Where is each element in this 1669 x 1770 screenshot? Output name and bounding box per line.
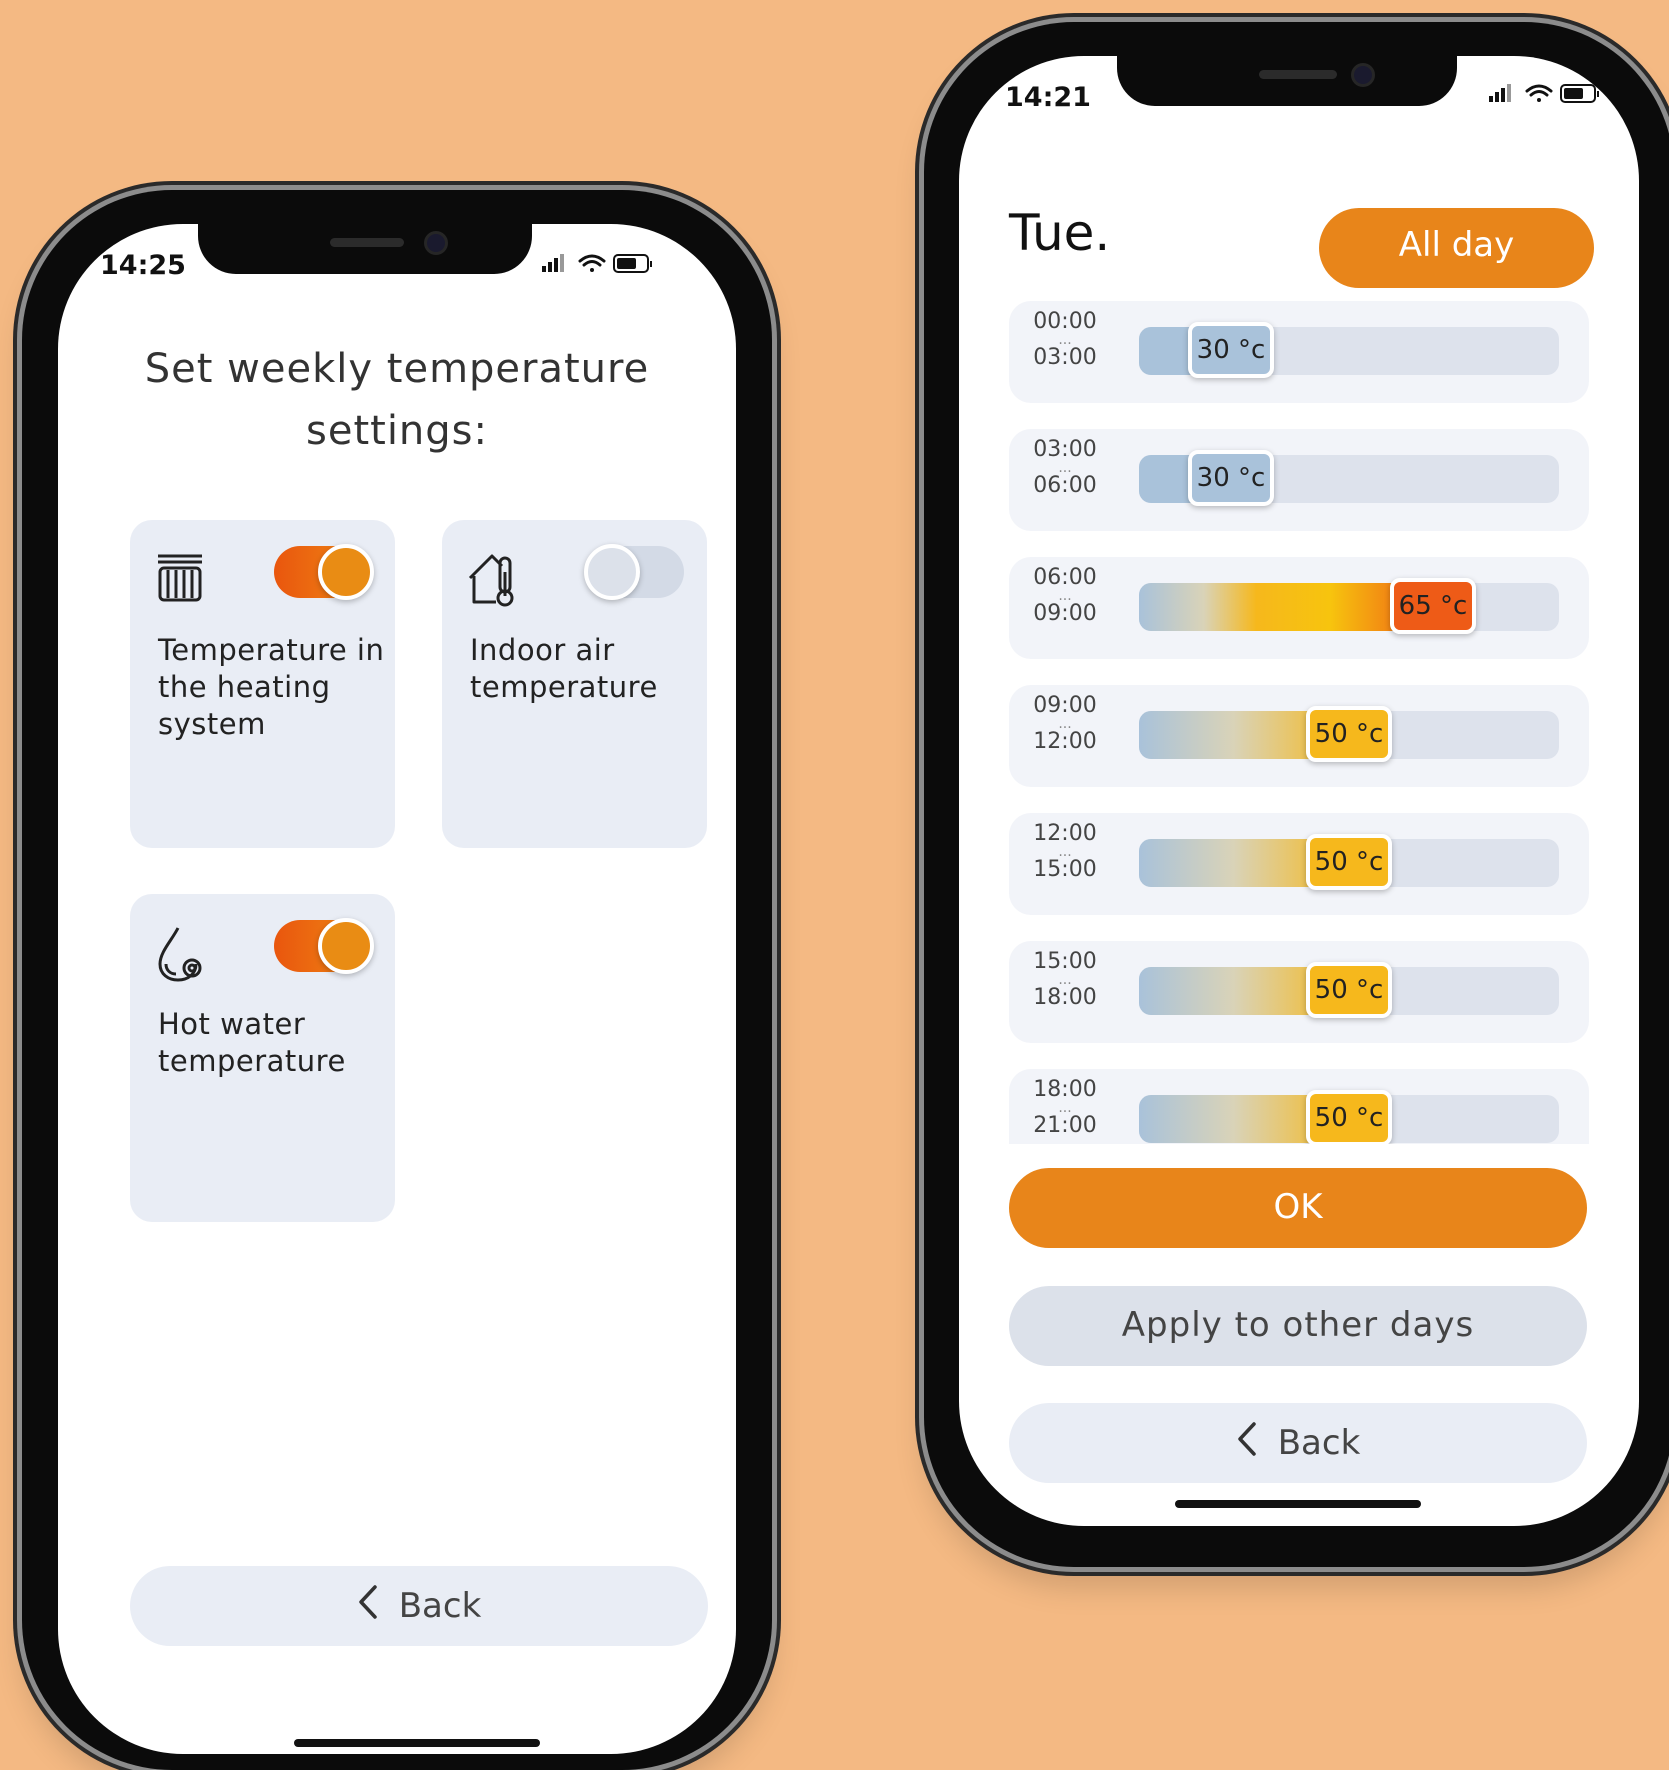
back-button[interactable]: Back xyxy=(130,1566,708,1646)
speaker xyxy=(330,238,404,247)
speaker xyxy=(1259,70,1337,79)
slot-start-time: 15:00 xyxy=(1033,949,1097,974)
time-slot-list[interactable]: 00:00... 03:00 30 °c 03:00... 06:00 30 °c 06:0… xyxy=(1009,301,1589,1144)
temperature-slider-thumb[interactable]: 50 °c xyxy=(1306,1090,1392,1144)
time-slot[interactable]: 03:00... 06:00 30 °c xyxy=(1009,429,1589,531)
card-label: Temperature in the heating system xyxy=(158,633,385,741)
slot-start-time: 09:00 xyxy=(1033,693,1097,718)
slot-start-time: 18:00 xyxy=(1033,1077,1097,1102)
home-indicator xyxy=(1175,1500,1421,1508)
home-indicator xyxy=(294,1739,540,1747)
time-slot[interactable]: 09:00... 12:00 50 °c xyxy=(1009,685,1589,787)
temperature-slider-track[interactable]: 50 °c xyxy=(1139,834,1559,890)
temperature-slider-fill xyxy=(1139,583,1433,631)
temperature-slider-track[interactable]: 30 °c xyxy=(1139,450,1559,506)
camera xyxy=(424,231,448,255)
wifi-icon xyxy=(1525,84,1553,102)
water-drop-icon xyxy=(154,924,206,984)
card-indoor-air[interactable]: Indoor air temperature xyxy=(442,520,707,848)
page-title: Set weekly temperature settings: xyxy=(58,338,736,462)
status-time: 14:25 xyxy=(100,250,186,281)
time-slot[interactable]: 12:00... 15:00 50 °c xyxy=(1009,813,1589,915)
slot-time-range: 00:00... 03:00 xyxy=(1021,311,1109,369)
ok-button[interactable]: OK xyxy=(1009,1168,1587,1248)
heating-system-toggle[interactable] xyxy=(274,544,374,600)
toggle-knob xyxy=(584,544,640,600)
hot-water-toggle[interactable] xyxy=(274,918,374,974)
back-button-label: Back xyxy=(398,1586,482,1626)
slot-time-range: 09:00... 12:00 xyxy=(1021,695,1109,753)
time-slot[interactable]: 18:00... 21:00 50 °c xyxy=(1009,1069,1589,1144)
slot-end-time: 12:00 xyxy=(1033,729,1097,754)
temperature-slider-track[interactable]: 30 °c xyxy=(1139,322,1559,378)
temperature-slider-thumb[interactable]: 30 °c xyxy=(1188,322,1274,378)
slot-end-time: 06:00 xyxy=(1033,473,1097,498)
slot-start-time: 06:00 xyxy=(1033,565,1097,590)
slot-time-range: 12:00... 15:00 xyxy=(1021,823,1109,881)
notch xyxy=(198,224,532,274)
card-hot-water[interactable]: Hot water temperature xyxy=(130,894,395,1222)
battery-icon xyxy=(613,254,652,273)
card-label: Indoor air temperature xyxy=(470,633,658,704)
slot-time-range: 15:00... 18:00 xyxy=(1021,951,1109,1009)
card-heating-system[interactable]: Temperature in the heating system xyxy=(130,520,395,848)
slot-time-range: 03:00... 06:00 xyxy=(1021,439,1109,497)
slot-start-time: 00:00 xyxy=(1033,309,1097,334)
temperature-slider-thumb[interactable]: 50 °c xyxy=(1306,706,1392,762)
all-day-button[interactable]: All day xyxy=(1319,208,1594,288)
slot-start-time: 03:00 xyxy=(1033,437,1097,462)
battery-icon xyxy=(1560,84,1599,103)
status-icons xyxy=(1489,82,1613,110)
apply-to-other-days-button[interactable]: Apply to other days xyxy=(1009,1286,1587,1366)
camera xyxy=(1351,63,1375,87)
temperature-slider-thumb[interactable]: 50 °c xyxy=(1306,962,1392,1018)
status-time: 14:21 xyxy=(1005,82,1091,113)
slot-end-time: 18:00 xyxy=(1033,985,1097,1010)
page-title-line1: Set weekly temperature xyxy=(144,346,650,392)
time-slot[interactable]: 06:00... 09:00 65 °c xyxy=(1009,557,1589,659)
signal-icon xyxy=(1489,84,1511,102)
temperature-slider-thumb[interactable]: 50 °c xyxy=(1306,834,1392,890)
slot-time-range: 18:00... 21:00 xyxy=(1021,1079,1109,1137)
phone-left: 14:25 Set weekly temperature settings: T… xyxy=(22,190,772,1770)
slot-time-range: 06:00... 09:00 xyxy=(1021,567,1109,625)
slot-end-time: 03:00 xyxy=(1033,345,1097,370)
slot-end-time: 21:00 xyxy=(1033,1113,1097,1138)
house-thermometer-icon xyxy=(466,550,518,610)
radiator-icon xyxy=(154,550,206,610)
temperature-slider-thumb[interactable]: 30 °c xyxy=(1188,450,1274,506)
chevron-left-icon xyxy=(357,1567,379,1647)
day-title: Tue. xyxy=(1009,204,1111,262)
temperature-slider-track[interactable]: 50 °c xyxy=(1139,1090,1559,1144)
phone-right: 14:21 Tue. All day 00:00... 03:00 30 °c 03:… xyxy=(924,22,1669,1567)
temperature-slider-track[interactable]: 50 °c xyxy=(1139,962,1559,1018)
back-button[interactable]: Back xyxy=(1009,1403,1587,1483)
page-title-line2: settings: xyxy=(306,408,488,454)
notch xyxy=(1117,56,1457,106)
temperature-slider-thumb[interactable]: 65 °c xyxy=(1390,578,1476,634)
slot-end-time: 15:00 xyxy=(1033,857,1097,882)
slot-start-time: 12:00 xyxy=(1033,821,1097,846)
time-slot[interactable]: 00:00... 03:00 30 °c xyxy=(1009,301,1589,403)
slot-end-time: 09:00 xyxy=(1033,601,1097,626)
screen-left: 14:25 Set weekly temperature settings: T… xyxy=(58,224,736,1754)
wifi-icon xyxy=(578,254,606,272)
signal-icon xyxy=(542,254,564,272)
indoor-air-toggle[interactable] xyxy=(584,544,684,600)
chevron-left-icon xyxy=(1236,1404,1258,1484)
toggle-knob xyxy=(318,918,374,974)
time-slot[interactable]: 15:00... 18:00 50 °c xyxy=(1009,941,1589,1043)
toggle-knob xyxy=(318,544,374,600)
card-label: Hot water temperature xyxy=(158,1007,346,1078)
temperature-slider-track[interactable]: 65 °c xyxy=(1139,578,1559,634)
status-icons xyxy=(542,252,666,280)
temperature-slider-track[interactable]: 50 °c xyxy=(1139,706,1559,762)
screen-right: 14:21 Tue. All day 00:00... 03:00 30 °c 03:… xyxy=(959,56,1639,1526)
back-button-label: Back xyxy=(1277,1423,1361,1463)
